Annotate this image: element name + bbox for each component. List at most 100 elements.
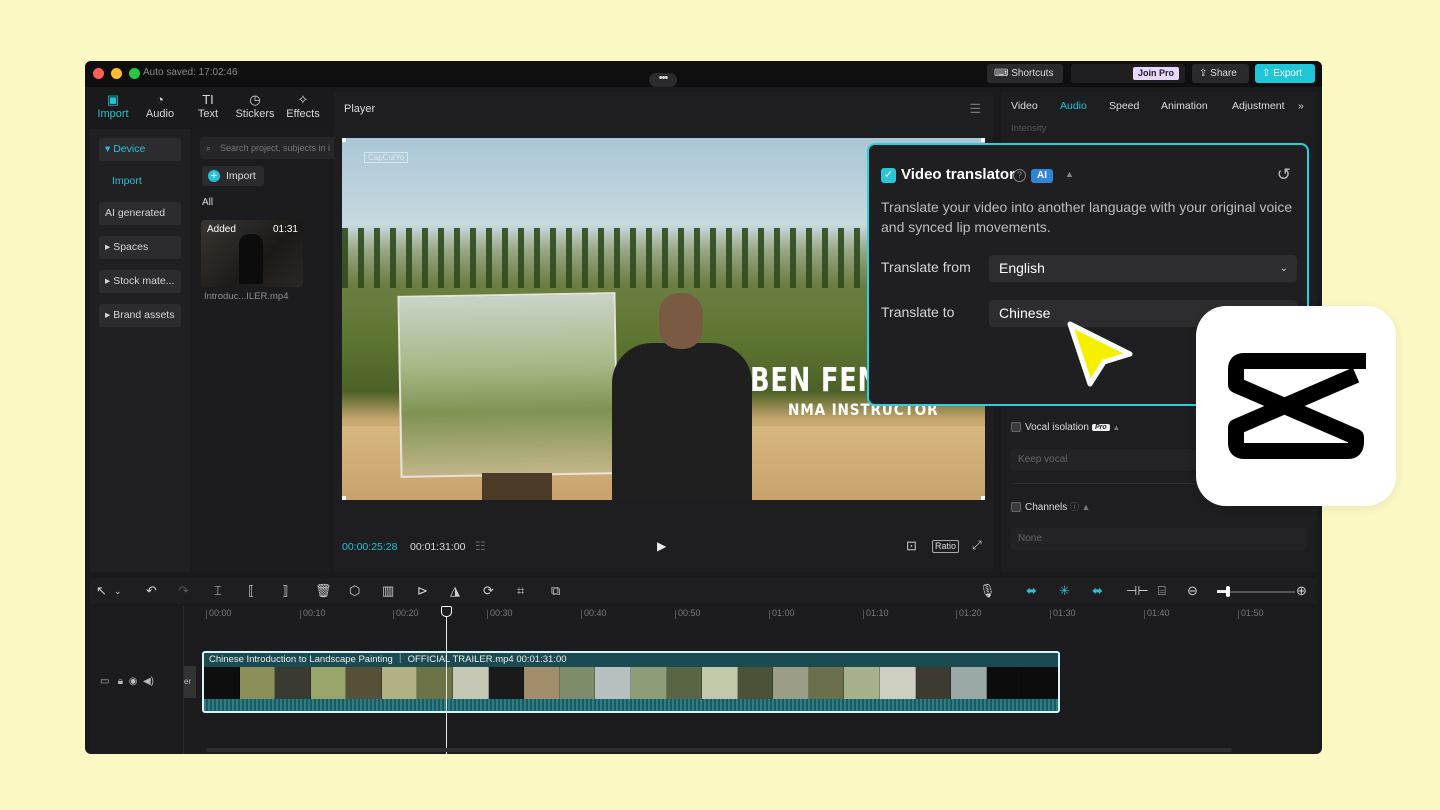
- resize-handle[interactable]: [981, 138, 985, 142]
- tab-animation[interactable]: Animation: [1161, 100, 1208, 112]
- tab-video[interactable]: Video: [1011, 100, 1038, 112]
- split-icon[interactable]: ⌶: [214, 583, 222, 599]
- share-label: Share: [1210, 68, 1237, 79]
- vocal-isolation-row[interactable]: Vocal isolation Pro ▲: [1011, 422, 1120, 433]
- volume-icon[interactable]: ◀): [143, 676, 154, 687]
- help-icon: ⓘ ▲: [1070, 502, 1091, 512]
- resize-handle[interactable]: [981, 496, 985, 500]
- help-icon[interactable]: ?: [1013, 169, 1026, 182]
- close-window-button[interactable]: [93, 68, 104, 79]
- search-icon: ⌕: [206, 143, 212, 153]
- auto-reframe-icon[interactable]: ⧉: [551, 583, 560, 599]
- search-input[interactable]: ⌕ Search project, subjects in i: [200, 137, 340, 159]
- zoom-out-icon[interactable]: ⊖: [1187, 583, 1198, 599]
- select-tool-icon[interactable]: ↖: [96, 583, 107, 599]
- clip-filmstrip: [204, 667, 1058, 699]
- video-clip[interactable]: Chinese Introduction to Landscape Painti…: [202, 651, 1060, 713]
- sidebar-item-ai-generated[interactable]: AI generated: [99, 202, 181, 225]
- fullscreen-icon[interactable]: ⤢: [972, 538, 982, 553]
- tab-stickers[interactable]: ◷ Stickers: [232, 91, 278, 120]
- reset-icon[interactable]: ↺: [1277, 165, 1291, 185]
- zoom-in-icon[interactable]: ⊕: [1296, 583, 1307, 599]
- cover-icon[interactable]: ▭: [100, 676, 109, 687]
- fit-view-icon[interactable]: ⊡: [906, 538, 917, 554]
- split-right-icon[interactable]: ⟧: [282, 583, 288, 599]
- resize-handle[interactable]: [342, 496, 346, 500]
- tab-effects[interactable]: ✧ Effects: [280, 91, 326, 120]
- vocal-isolation-checkbox[interactable]: [1011, 422, 1021, 433]
- mark-icon[interactable]: ⬡: [349, 583, 360, 599]
- clip-audio-waveform: [204, 699, 1058, 711]
- freeze-icon[interactable]: ▥: [382, 583, 394, 599]
- linkage-icon[interactable]: ⬌: [1092, 583, 1103, 599]
- undo-icon[interactable]: ↶: [146, 583, 157, 599]
- media-thumbnail[interactable]: Added 01:31: [201, 220, 303, 287]
- channels-checkbox[interactable]: [1011, 502, 1021, 513]
- more-tabs-icon[interactable]: »: [1298, 100, 1304, 112]
- auto-snap-icon[interactable]: ✳: [1059, 583, 1070, 599]
- sidebar-item-spaces[interactable]: ▸ Spaces: [99, 236, 181, 259]
- ruler-tick: 00:10: [300, 608, 326, 619]
- playhead-line[interactable]: [446, 606, 447, 754]
- ratio-button[interactable]: Ratio: [932, 540, 960, 553]
- sidebar-item-brand-assets[interactable]: ▸ Brand assets: [99, 304, 181, 327]
- sidebar-item-stock[interactable]: ▸ Stock mate...: [99, 270, 181, 293]
- redo-icon[interactable]: ↷: [178, 583, 189, 599]
- video-translator-checkbox[interactable]: ✓: [881, 168, 896, 183]
- track-cover-tag[interactable]: er: [184, 666, 196, 698]
- audio-icon: ◔: [156, 92, 164, 107]
- join-pro-button[interactable]: Join Pro: [1071, 64, 1185, 83]
- pro-badge: Pro: [1091, 423, 1110, 431]
- tab-adjustment[interactable]: Adjustment: [1232, 100, 1285, 112]
- sidebar-item-import[interactable]: Import: [112, 175, 142, 187]
- shortcuts-button[interactable]: ⌨ Shortcuts: [987, 64, 1063, 83]
- tab-text[interactable]: TI Text: [185, 91, 231, 120]
- sidebar-item-device[interactable]: ▾ Device: [99, 138, 181, 161]
- split-preview-icon[interactable]: ⊣⊢: [1126, 583, 1149, 599]
- tab-audio-props[interactable]: Audio: [1060, 100, 1087, 112]
- plus-icon: +: [208, 170, 220, 182]
- ruler-tick: 01:30: [1050, 608, 1076, 619]
- minimize-window-button[interactable]: [111, 68, 122, 79]
- playhead-handle[interactable]: [441, 606, 452, 617]
- play-button[interactable]: ▶: [657, 539, 666, 553]
- crop-icon[interactable]: ⌗: [517, 583, 524, 599]
- menu-icon[interactable]: ☰: [969, 101, 981, 117]
- mirror-icon[interactable]: ◮: [450, 583, 460, 599]
- tab-import[interactable]: ▣ Import: [90, 91, 136, 120]
- export-button[interactable]: ⇧ Export: [1255, 64, 1315, 83]
- collapse-caret-icon[interactable]: ▲: [1065, 169, 1074, 179]
- channels-select[interactable]: None: [1011, 528, 1307, 550]
- rotate-icon[interactable]: ⟳: [483, 583, 494, 599]
- reverse-icon[interactable]: ⊳: [417, 583, 428, 599]
- film-frame: [204, 667, 240, 699]
- film-frame: [737, 667, 774, 699]
- grid-icon[interactable]: ☷: [475, 539, 486, 553]
- channels-row[interactable]: Channels ⓘ ▲: [1011, 500, 1090, 513]
- more-options-button[interactable]: •••: [649, 73, 677, 87]
- resize-handle[interactable]: [342, 138, 346, 142]
- chevron-down-icon[interactable]: ⌄: [114, 586, 122, 597]
- tab-audio[interactable]: ◔ Audio: [137, 91, 183, 120]
- film-frame: [702, 667, 738, 699]
- delete-icon[interactable]: 🗑: [315, 583, 332, 599]
- tab-speed[interactable]: Speed: [1109, 100, 1139, 112]
- split-left-icon[interactable]: ⟦: [248, 583, 254, 599]
- maximize-window-button[interactable]: [129, 68, 140, 79]
- search-placeholder: Search project, subjects in i: [220, 143, 331, 153]
- lock-icon[interactable]: 🔒︎: [118, 676, 123, 687]
- eye-icon[interactable]: ◉: [129, 676, 138, 687]
- tab-text-label: Text: [197, 108, 219, 120]
- film-frame: [951, 667, 987, 699]
- film-frame: [453, 667, 489, 699]
- link-main-track-icon[interactable]: ⬌: [1026, 583, 1037, 599]
- timeline-scrollbar[interactable]: [206, 748, 1232, 752]
- microphone-icon[interactable]: 🎙: [979, 583, 996, 599]
- vocal-isolation-label: Vocal isolation: [1025, 422, 1089, 433]
- share-button[interactable]: ⇪ Share: [1192, 64, 1249, 83]
- watermark: CapCutYo: [364, 152, 409, 163]
- translate-from-select[interactable]: English ⌄: [989, 255, 1297, 282]
- zoom-slider-handle[interactable]: [1226, 586, 1230, 597]
- preview-axis-icon[interactable]: ⌸: [1158, 583, 1166, 599]
- import-button[interactable]: + Import: [202, 166, 264, 186]
